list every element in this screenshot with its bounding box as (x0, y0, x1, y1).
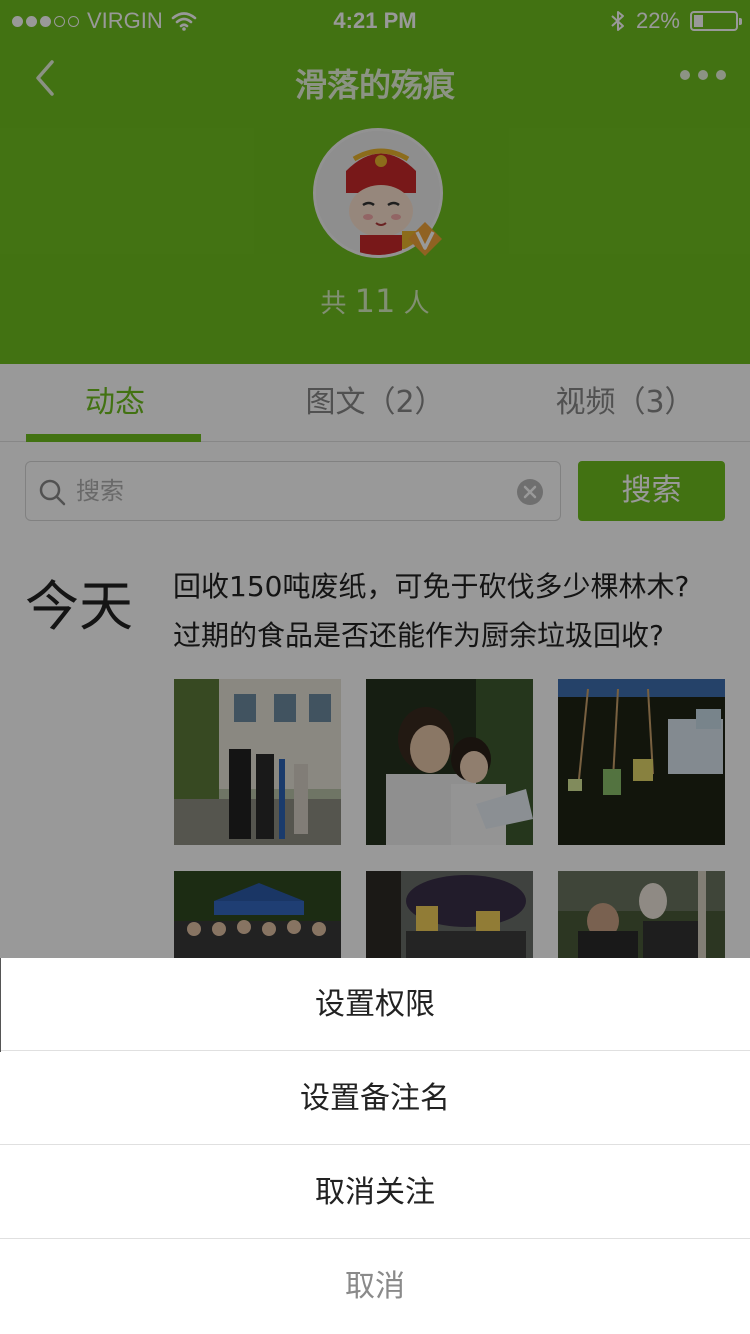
sheet-edge-divider (0, 958, 1, 1052)
app-screen: VIRGIN 4:21 PM 22% 滑落的殇痕 共 11 人 动态 图文（2）… (0, 0, 750, 1334)
cancel-button[interactable]: 取消 (0, 1240, 750, 1333)
set-remark-name-button[interactable]: 设置备注名 (0, 1052, 750, 1145)
set-permissions-button[interactable]: 设置权限 (0, 958, 750, 1051)
action-sheet: 设置权限 设置备注名 取消关注 取消 (0, 958, 750, 1334)
unfollow-button[interactable]: 取消关注 (0, 1146, 750, 1239)
